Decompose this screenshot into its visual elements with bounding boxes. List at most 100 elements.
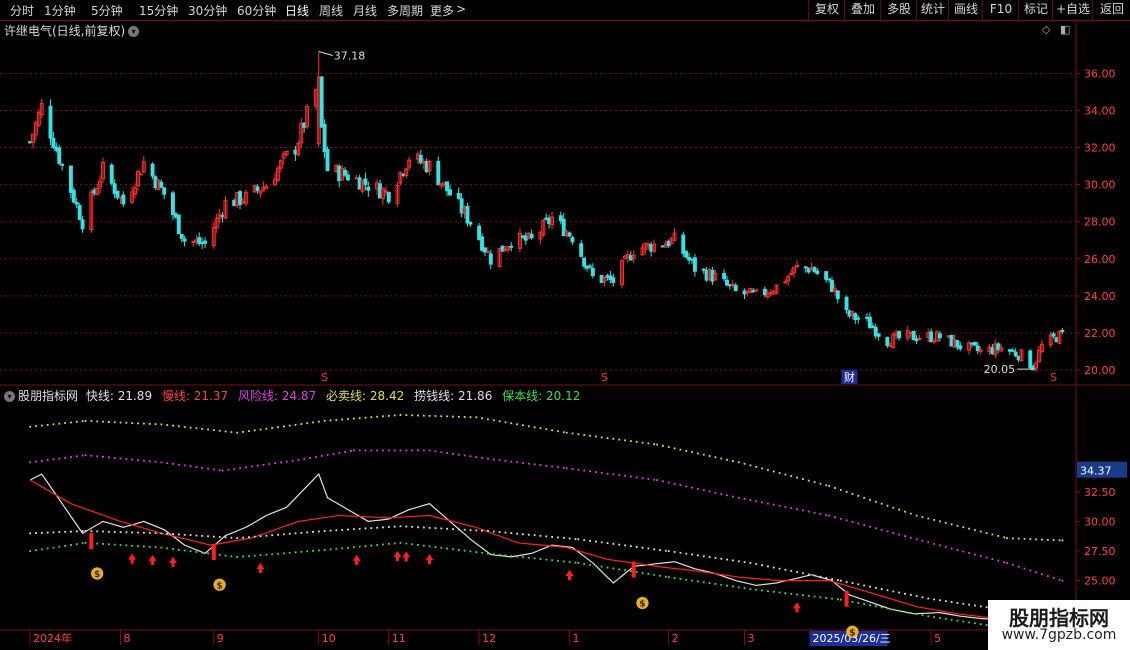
indicator-dot [551,465,554,468]
indicator-dot [218,429,221,432]
indicator-dot [230,536,233,539]
indicator-dot [411,449,414,452]
indicator-dot [376,544,379,546]
f10-button[interactable]: F10 [982,0,1019,20]
candle-body [302,122,307,128]
indicator-dot [743,561,746,564]
stock-title[interactable]: 许继电气(日线,前复权) ▾ [4,22,140,39]
indicator-dot [784,568,787,571]
indicator-dot [749,562,752,564]
candle-body [191,240,196,243]
indicator-dot [282,425,285,428]
period-tab-multi[interactable]: 多周期 [387,2,423,19]
candle-body [427,160,432,171]
period-tab-weekly[interactable]: 周线 [319,2,343,19]
indicator-name[interactable]: 股朋指标网 [18,389,78,403]
indicator-dot [662,444,664,447]
mark-button[interactable]: 标记 [1018,0,1053,20]
period-tab-15min[interactable]: 15分钟 [139,2,178,19]
indicator-dot [874,527,877,530]
indicator-dot [183,426,186,428]
period-tab-1min[interactable]: 1分钟 [44,2,76,19]
panel-toggle-icon[interactable]: ◧ [1060,23,1070,36]
add-favorite-button[interactable]: +自选 [1052,0,1093,20]
indicator-dot [915,595,918,598]
candle-body [1039,343,1044,352]
candle-body [748,287,753,294]
indicator-dot [352,449,355,452]
indicator-dot [761,564,763,567]
candle-body [121,194,126,205]
dropdown-icon[interactable]: ▾ [128,26,140,37]
indicator-dot [224,536,227,539]
indicator-dot [154,460,157,463]
indicator-dot [399,541,402,544]
indicator-dot [790,507,793,510]
indicator-dot [886,504,889,507]
indicator-dot [90,542,93,545]
multi-stock-button[interactable]: 多股 [880,0,917,20]
candle-body [439,183,444,187]
period-tab-daily[interactable]: 日线 [285,2,309,19]
indicator-dot [968,552,971,554]
indicator-dot [565,467,568,470]
candle-body [258,190,263,194]
indicator-tick-label-2: 27.50 [1084,545,1116,558]
indicator-dot [452,415,454,418]
indicator-dot [539,558,542,560]
indicator-dot [52,546,55,549]
period-tab-30min[interactable]: 30分钟 [188,2,227,19]
indicator-dot [647,573,650,575]
indicator-dot [714,556,717,559]
chevron-right-icon[interactable]: > [456,2,466,16]
indicator-dot [927,615,930,618]
indicator-dot [851,600,854,603]
indicator-dot [274,462,277,465]
indicator-dot [250,465,253,468]
indicator-tick-label-0: 32.50 [1084,486,1116,499]
indicator-dot [177,548,180,551]
diamond-icon[interactable]: ◇ [1042,23,1050,36]
indicator-dot [869,498,871,501]
indicator-dot [195,466,198,468]
period-tab-5min[interactable]: 5分钟 [91,2,123,19]
indicator-dot [714,491,717,494]
money-bag-symbol-0: $ [94,570,100,580]
period-tab-intraday[interactable]: 分时 [10,2,34,19]
buy-arrow-8 [565,569,574,580]
candle-body [378,183,382,199]
indicator-dropdown-icon[interactable]: ▾ [4,391,15,402]
candle-body [847,310,852,317]
chart-area[interactable]: 36.00 34.00 32.00 30.00 28.00 26.00 24.00 22.00… [0,0,1130,650]
back-button[interactable]: 返回 [1092,0,1130,20]
indicator-dot [344,451,347,453]
indicator-dot [160,532,163,535]
sell-signal-0 [89,533,94,550]
candle-body [789,273,794,276]
candle-body [946,335,951,338]
period-tab-more[interactable]: 更多 [430,2,454,19]
indicator-dot [702,555,705,558]
indicator-dot [422,526,425,529]
indicator-dot [909,612,912,614]
period-tab-monthly[interactable]: 月线 [353,2,377,19]
overlay-button[interactable]: 叠加 [844,0,881,20]
indicator-dot [64,544,67,547]
candle-body [926,332,931,338]
indicator-dot [697,580,699,583]
restore-right-button[interactable]: 复权 [808,0,845,20]
statistics-button[interactable]: 统计 [916,0,949,20]
indicator-dot [898,508,901,511]
candle-body [89,191,94,231]
indicator-dot [892,590,895,593]
indicator-dot [475,456,478,458]
indicator-series-1 [29,479,1040,624]
draw-line-button[interactable]: 画线 [948,0,983,20]
period-tab-60min[interactable]: 60分钟 [237,2,276,19]
indicator-dot [933,519,936,521]
indicator-dot [720,583,723,586]
candle-body [173,213,178,218]
indicator-dot [463,528,466,531]
indicator-dot [154,423,157,426]
indicator-dot [247,536,250,539]
